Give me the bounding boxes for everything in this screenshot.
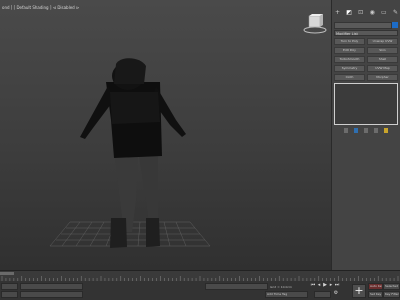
grid-size-label: Grid = 10.0cm	[270, 285, 292, 289]
make-unique-icon[interactable]	[364, 128, 368, 133]
modifier-list-dropdown[interactable]: Modifier List	[334, 30, 398, 36]
modifier-button[interactable]: Shell	[367, 56, 398, 63]
status-bar: Add Time Tag Grid = 10.0cm ⏮ ◂ ▶ ▸ ⏭ ⚙ A…	[0, 281, 400, 300]
remove-modifier-icon[interactable]	[374, 128, 378, 133]
set-keys-icon[interactable]: +	[352, 284, 366, 298]
time-config-icon[interactable]: ⚙	[333, 291, 339, 296]
modifier-button[interactable]: TurboSmooth	[334, 56, 365, 63]
maxscript-listener-2[interactable]	[1, 291, 18, 298]
key-filters-button[interactable]: Key Filters...	[383, 291, 400, 298]
status-prompt	[20, 283, 83, 290]
status-info	[20, 291, 83, 298]
goto-end-icon[interactable]: ⏭	[334, 283, 340, 288]
viewcube-icon[interactable]	[300, 14, 328, 36]
modifier-button[interactable]: Turn to Poly	[334, 38, 365, 45]
current-frame-field[interactable]	[314, 291, 331, 298]
command-panel: + ◩ ⊡ ◉ ▭ ✎ Modifier List Turn to Poly U…	[331, 0, 400, 270]
configure-sets-icon[interactable]	[384, 128, 388, 133]
perspective-viewport[interactable]: ond ] [ Default Shading ] ⊲ Disabled ⊳	[0, 0, 331, 270]
modifier-stack[interactable]	[334, 83, 398, 125]
plus-icon[interactable]: +	[334, 9, 341, 16]
add-time-tag-button[interactable]: Add Time Tag	[265, 291, 308, 298]
modifier-button[interactable]: Edit Poly	[334, 47, 365, 54]
pin-stack-icon[interactable]	[344, 128, 348, 133]
modifier-button[interactable]: Unwrap UVW	[367, 38, 398, 45]
coordinate-display[interactable]	[205, 283, 268, 290]
object-name-field[interactable]	[334, 22, 392, 29]
maxscript-listener[interactable]	[1, 283, 18, 290]
utilities-icon[interactable]: ✎	[392, 9, 399, 16]
motion-icon[interactable]: ◉	[369, 9, 376, 16]
selected-dropdown[interactable]: Selected	[383, 283, 400, 290]
set-key-button[interactable]: Set Key	[368, 291, 383, 298]
stack-toolbar	[334, 128, 398, 134]
show-end-result-icon[interactable]	[354, 128, 358, 133]
timeline-ticks	[1, 276, 399, 281]
timeline[interactable]	[0, 270, 400, 281]
auto-key-button[interactable]: Auto Key	[368, 283, 383, 290]
object-color-swatch[interactable]	[392, 22, 398, 28]
modifier-button[interactable]: Cloth	[334, 74, 365, 81]
modify-icon[interactable]: ◩	[346, 9, 353, 16]
display-icon[interactable]: ▭	[380, 9, 387, 16]
modifier-button[interactable]: Skin	[367, 47, 398, 54]
modifier-button[interactable]: UVW Map	[367, 65, 398, 72]
modifier-button[interactable]: Morpher	[367, 74, 398, 81]
character-model[interactable]	[0, 0, 331, 270]
modifier-button[interactable]: Symmetry	[334, 65, 365, 72]
hierarchy-icon[interactable]: ⊡	[357, 9, 364, 16]
command-panel-tabs: + ◩ ⊡ ◉ ▭ ✎	[334, 9, 399, 17]
